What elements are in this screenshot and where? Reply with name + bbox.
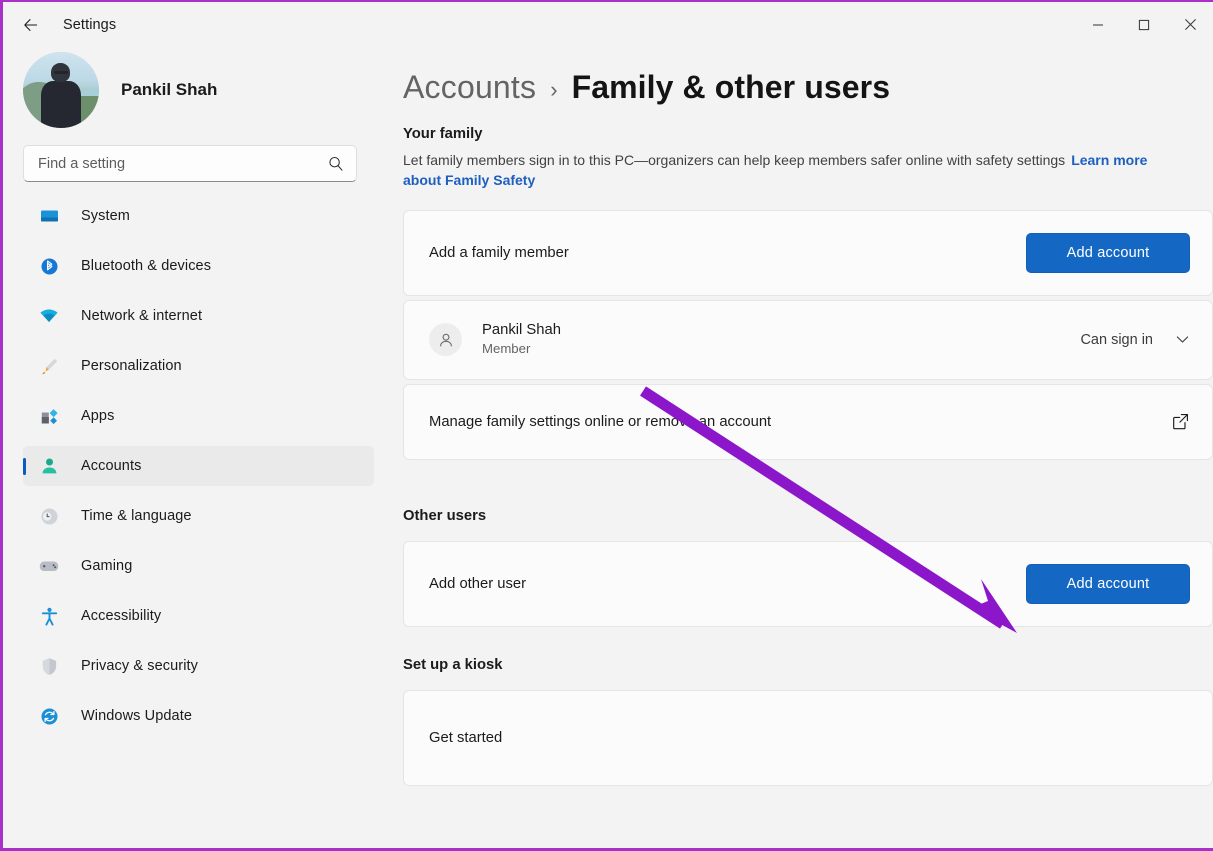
sidebar-item-label: Time & language [81, 508, 192, 524]
family-member-name: Pankil Shah [482, 322, 561, 339]
page-title: Family & other users [571, 69, 891, 105]
sidebar-item-label: Network & internet [81, 308, 203, 324]
sidebar-item-label: Accounts [81, 458, 142, 474]
bluetooth-icon [37, 254, 61, 278]
manage-family-online-label: Manage family settings online or remove … [429, 413, 772, 430]
minimize-button[interactable] [1075, 2, 1121, 47]
avatar [23, 52, 99, 128]
clock-globe-icon [37, 504, 61, 528]
update-refresh-icon [37, 704, 61, 728]
sidebar-item-label: Gaming [81, 558, 133, 574]
manage-family-online-row[interactable]: Manage family settings online or remove … [403, 383, 1213, 460]
kiosk-get-started-label: Get started [429, 729, 503, 746]
sidebar-item-gaming[interactable]: Gaming [23, 546, 374, 586]
paintbrush-icon [37, 354, 61, 378]
sidebar-item-label: Privacy & security [81, 658, 199, 674]
title-bar: Settings [3, 2, 1213, 47]
breadcrumb-separator-icon: › [550, 76, 558, 102]
search-input[interactable] [38, 155, 327, 172]
wifi-icon [37, 304, 61, 328]
profile-block[interactable]: Pankil Shah [19, 47, 374, 133]
add-family-account-button[interactable]: Add account [1026, 232, 1190, 273]
sidebar-item-label: System [81, 208, 130, 224]
back-button[interactable] [13, 9, 49, 41]
add-family-member-label: Add a family member [429, 244, 569, 261]
search-icon [329, 156, 343, 171]
your-family-description: Let family members sign in to this PC—or… [403, 151, 1171, 191]
gamepad-icon [37, 554, 61, 578]
sidebar-item-label: Personalization [81, 358, 182, 374]
main-content: Accounts › Family & other users Your fam… [390, 47, 1213, 848]
person-avatar-icon [429, 323, 462, 357]
family-member-info: Pankil Shah Member [482, 321, 1080, 358]
sidebar-item-accounts[interactable]: Accounts [23, 446, 374, 486]
window-title: Settings [63, 16, 117, 33]
chevron-down-icon[interactable] [1175, 332, 1190, 347]
sidebar-item-label: Windows Update [81, 708, 193, 724]
kiosk-heading: Set up a kiosk [403, 656, 503, 673]
sidebar-item-label: Accessibility [81, 608, 162, 624]
sidebar-item-apps[interactable]: Apps [23, 396, 374, 436]
family-member-role: Member [482, 340, 531, 356]
sidebar: Pankil Shah System [3, 47, 390, 848]
sidebar-item-label: Bluetooth & devices [81, 258, 212, 274]
minimize-icon [1093, 23, 1103, 26]
add-other-user-label: Add other user [429, 575, 527, 592]
back-arrow-icon [24, 18, 38, 31]
maximize-icon [1138, 19, 1150, 30]
add-other-account-button[interactable]: Add account [1026, 563, 1190, 604]
settings-window: Settings Pankil Shah Find a setting Syst… [0, 0, 1213, 851]
family-member-row[interactable]: Pankil Shah Member Can sign in [403, 299, 1213, 380]
sidebar-item-network-internet[interactable]: Network & internet [23, 296, 374, 336]
sidebar-item-label: Apps [81, 408, 115, 424]
close-button[interactable] [1167, 2, 1213, 47]
breadcrumb: Accounts › Family & other users [403, 69, 1213, 106]
breadcrumb-parent[interactable]: Accounts [403, 69, 536, 106]
kiosk-get-started-card[interactable]: Get started [403, 689, 1213, 786]
external-link-icon [1173, 414, 1188, 430]
sidebar-item-windows-update[interactable]: Windows Update [23, 696, 374, 736]
sidebar-item-privacy-security[interactable]: Privacy & security [23, 646, 374, 686]
profile-name: Pankil Shah [121, 80, 218, 99]
your-family-description-text: Let family members sign in to this PC—or… [403, 152, 1066, 168]
add-other-user-card: Add other user Add account [403, 540, 1213, 627]
monitor-icon [37, 204, 61, 228]
maximize-button[interactable] [1121, 2, 1167, 47]
accessibility-icon [37, 604, 61, 628]
other-users-heading: Other users [403, 507, 487, 524]
sidebar-item-bluetooth-devices[interactable]: Bluetooth & devices [23, 246, 374, 286]
your-family-heading: Your family [403, 126, 483, 142]
sidebar-item-personalization[interactable]: Personalization [23, 346, 374, 386]
sidebar-nav: System Bluetooth & devices Network & int… [19, 196, 374, 736]
person-icon [37, 454, 61, 478]
sidebar-item-time-language[interactable]: Time & language [23, 496, 374, 536]
sidebar-item-accessibility[interactable]: Accessibility [23, 596, 374, 636]
shield-icon [37, 654, 61, 678]
add-family-member-card: Add a family member Add account [403, 209, 1213, 296]
search-box[interactable] [23, 145, 357, 182]
sidebar-item-system[interactable]: System [23, 196, 374, 236]
close-icon [1184, 19, 1196, 30]
family-member-signin-state: Can sign in [1080, 331, 1153, 348]
window-controls [1075, 2, 1213, 47]
apps-icon [37, 404, 61, 428]
